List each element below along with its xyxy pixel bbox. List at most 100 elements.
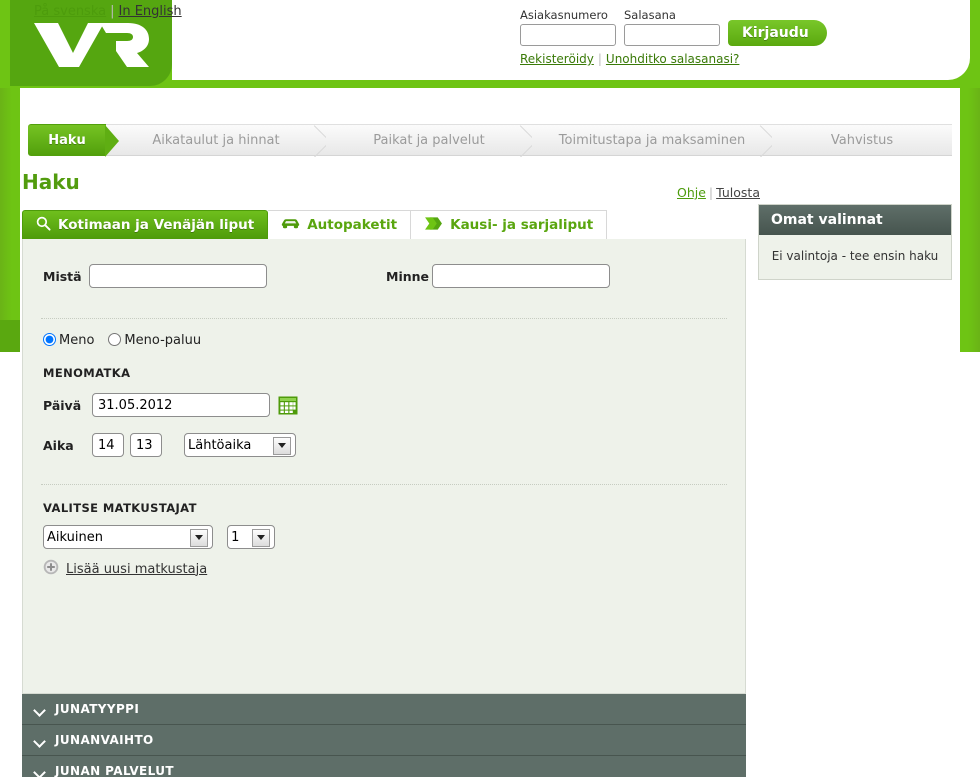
print-link[interactable]: Tulosta [716, 185, 760, 200]
tab-bar: Kotimaan ja Venäjän liput Autopaketit Ka… [22, 210, 608, 239]
step-haku-label: Haku [48, 132, 86, 148]
radio-oneway-label: Meno [59, 333, 95, 348]
customer-number-input[interactable] [520, 24, 616, 46]
step-aikataulut-label: Aikataulut ja hinnat [152, 132, 280, 148]
forgot-password-link[interactable]: Unohditko salasanasi? [606, 52, 739, 66]
language-links: På svenska | In English [34, 4, 182, 19]
my-selections-title: Omat valinnat [759, 205, 951, 235]
car-icon [281, 217, 300, 234]
calendar-icon[interactable] [278, 396, 298, 415]
lang-link-english[interactable]: In English [119, 4, 182, 19]
breadcrumb: Haku Aikataulut ja hinnat Paikat ja palv… [28, 124, 952, 157]
passenger-row: Aikuinen 1 [23, 515, 745, 549]
radio-oneway-input[interactable] [43, 333, 56, 346]
login-button[interactable]: Kirjaudu [728, 20, 827, 46]
step-haku[interactable]: Haku [28, 124, 119, 157]
origin-destination-row: Mistä Minne [23, 256, 745, 296]
page-root: På svenska | In English Asiakasnumero Sala… [0, 0, 980, 777]
to-input[interactable] [432, 264, 610, 288]
util-separator: | [708, 185, 714, 200]
search-form-panel: Mistä Minne Meno Meno-paluu MENOMATKA Pä… [22, 239, 746, 694]
time-row: Aika Lähtöaika [23, 430, 745, 460]
radio-return-input[interactable] [108, 333, 122, 346]
trip-type-group: Meno Meno-paluu [23, 319, 745, 348]
help-link[interactable]: Ohje [677, 185, 706, 200]
tab-autopaketit[interactable]: Autopaketit [268, 210, 412, 239]
customer-number-label: Asiakasnumero [520, 8, 608, 22]
hour-input[interactable] [92, 433, 124, 457]
tab-kausi-label: Kausi- ja sarjaliput [450, 217, 594, 233]
minute-input[interactable] [130, 433, 162, 457]
register-link[interactable]: Rekisteröidy [520, 52, 594, 66]
step-paikat-ja-palvelut[interactable]: Paikat ja palvelut [326, 124, 532, 156]
accordion-junan-palvelut[interactable]: JUNAN PALVELUT [22, 756, 746, 777]
chevron-down-icon [35, 737, 46, 744]
customer-number-group: Asiakasnumero [520, 8, 616, 46]
accordion-junanvaihto[interactable]: JUNANVAIHTO [22, 725, 746, 756]
site-header: På svenska | In English Asiakasnumero Sala… [0, 0, 980, 88]
accordion-junatyyppi-label: JUNATYYPPI [55, 702, 140, 716]
passenger-type-select-wrap: Aikuinen [43, 525, 213, 549]
tab-kotimaan-ja-venajan-liput[interactable]: Kotimaan ja Venäjän liput [22, 210, 269, 239]
outbound-section-title: MENOMATKA [43, 366, 131, 380]
lang-separator: | [110, 4, 115, 19]
accordion-junanvaihto-label: JUNANVAIHTO [55, 733, 154, 747]
time-type-select[interactable]: Lähtöaika [184, 433, 296, 457]
right-green-rail [960, 88, 980, 352]
login-area: Asiakasnumero Salasana Kirjaudu Rekister… [520, 8, 850, 74]
utility-links: Ohje | Tulosta [677, 185, 760, 200]
tab-kausi-ja-sarjaliput[interactable]: Kausi- ja sarjaliput [411, 210, 608, 239]
passenger-count-select[interactable]: 1 [227, 525, 276, 549]
my-selections-empty-text: Ei valintoja - tee ensin haku [771, 249, 939, 263]
vr-logo-icon [34, 23, 149, 67]
date-label: Päivä [43, 397, 82, 413]
left-green-rail [0, 88, 20, 352]
time-label: Aika [43, 437, 74, 453]
date-row: Päivä [23, 390, 745, 420]
step-toimitustapa-label: Toimitustapa ja maksaminen [558, 132, 746, 148]
radio-oneway[interactable]: Meno [43, 333, 94, 348]
step-aikataulut-ja-hinnat[interactable]: Aikataulut ja hinnat [106, 124, 326, 156]
my-selections-panel: Omat valinnat Ei valintoja - tee ensin h… [758, 204, 952, 280]
radio-return[interactable]: Meno-paluu [108, 333, 201, 348]
radio-return-label: Meno-paluu [124, 333, 202, 348]
to-label: Minne [386, 268, 429, 284]
chevron-down-icon [35, 706, 46, 713]
password-input[interactable] [624, 24, 720, 46]
chevron-down-icon [35, 768, 46, 775]
step-separator-2 [517, 125, 533, 157]
accordion-junatyyppi[interactable]: JUNATYYPPI [22, 694, 746, 725]
step-vahvistus[interactable]: Vahvistus [772, 124, 952, 156]
add-passenger-label: Lisää uusi matkustaja [66, 561, 208, 577]
password-label: Salasana [624, 8, 676, 22]
lang-link-swedish[interactable]: På svenska [34, 4, 106, 19]
filters-accordion: JUNATYYPPI JUNANVAIHTO JUNAN PALVELUT KA… [22, 694, 746, 777]
password-group: Salasana [624, 8, 720, 46]
passenger-count-select-wrap: 1 [227, 525, 276, 549]
step-toimitustapa-ja-maksaminen[interactable]: Toimitustapa ja maksaminen [532, 124, 772, 156]
add-passenger-link[interactable]: Lisää uusi matkustaja [43, 559, 207, 579]
time-type-select-wrap: Lähtöaika [184, 433, 296, 457]
header-inner: På svenska | In English Asiakasnumero Sala… [10, 0, 970, 88]
passenger-type-select[interactable]: Aikuinen [43, 525, 213, 549]
from-label: Mistä [43, 268, 82, 284]
step-vahvistus-label: Vahvistus [830, 132, 894, 148]
date-input[interactable] [92, 393, 270, 417]
add-passenger-row: Lisää uusi matkustaja [23, 549, 745, 579]
page-title: Haku [22, 170, 80, 194]
search-icon [36, 216, 51, 235]
passengers-section-title: VALITSE MATKUSTAJAT [43, 501, 197, 515]
step-paikat-label: Paikat ja palvelut [373, 132, 485, 148]
login-row: Asiakasnumero Salasana Kirjaudu [520, 8, 850, 46]
from-input[interactable] [89, 264, 267, 288]
tab-kotimaan-label: Kotimaan ja Venäjän liput [58, 217, 255, 233]
ticket-icon [424, 216, 443, 235]
accordion-junan-palvelut-label: JUNAN PALVELUT [55, 764, 174, 777]
step-haku-arrow [105, 125, 119, 157]
login-links-separator: | [597, 52, 602, 66]
tab-autopaketit-label: Autopaketit [307, 217, 398, 233]
step-separator-3 [757, 125, 773, 157]
main-card: Haku Aikataulut ja hinnat Paikat ja palv… [20, 100, 960, 777]
login-helper-links: Rekisteröidy | Unohditko salasanasi? [520, 52, 739, 66]
plus-circle-icon [43, 559, 59, 579]
